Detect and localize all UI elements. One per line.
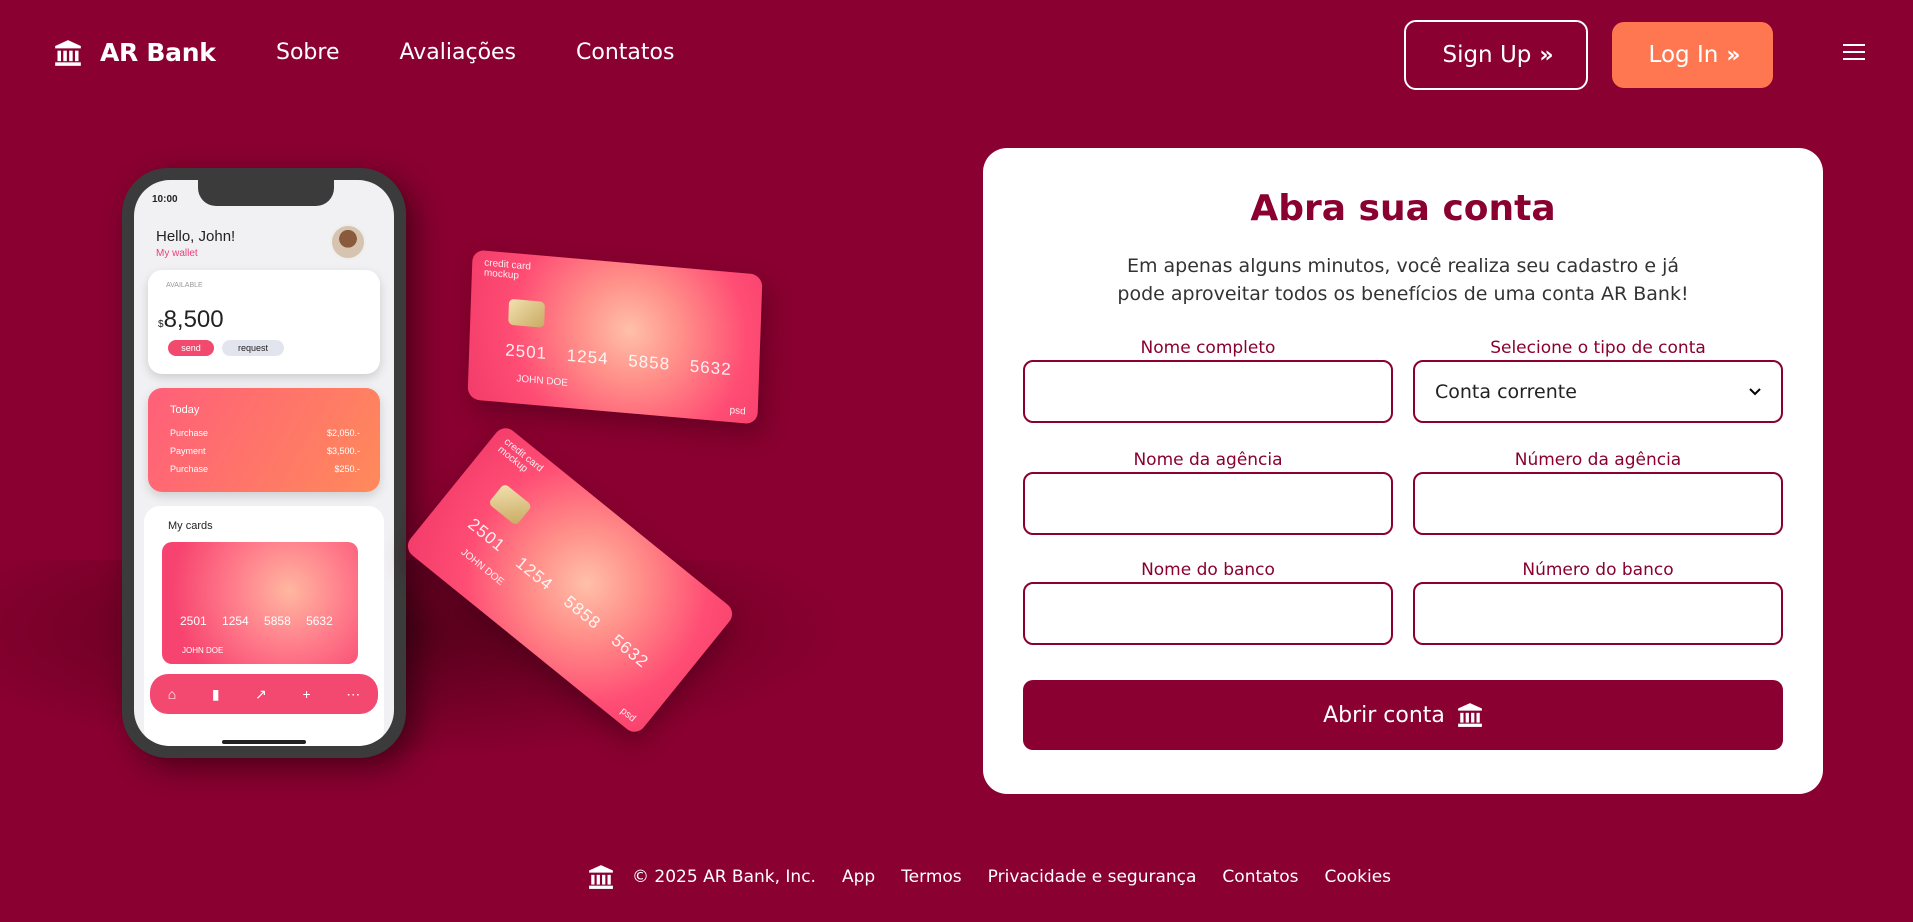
double-chevron-right-icon: ›› xyxy=(1539,42,1553,68)
page-title: Abra sua conta xyxy=(1250,188,1556,229)
abrir-conta-button[interactable]: Abrir conta xyxy=(1023,680,1783,750)
field-label: Número do banco xyxy=(1522,560,1674,580)
brand-name: AR Bank xyxy=(100,38,216,67)
transaction-row: Purchase $2,050.- xyxy=(170,428,360,438)
footer-link-contatos[interactable]: Contatos xyxy=(1222,867,1298,887)
plus-icon: + xyxy=(302,686,311,702)
field-numero-agencia: Número da agência xyxy=(1413,450,1783,535)
field-label: Número da agência xyxy=(1514,450,1682,470)
transaction-label: Payment xyxy=(170,446,206,456)
card-mark: psd xyxy=(618,705,638,725)
transaction-amount: $3,500.- xyxy=(326,446,360,456)
numero-banco-input[interactable] xyxy=(1413,582,1783,645)
form-lead: Em apenas alguns minutos, você realiza s… xyxy=(1117,255,1689,305)
nav-link-contatos[interactable]: Contatos xyxy=(576,40,674,65)
card-number: 2501 1254 5858 5632 xyxy=(504,340,732,380)
bank-icon xyxy=(589,865,613,889)
field-nome-banco: Nome do banco xyxy=(1023,560,1393,645)
nome-banco-input[interactable] xyxy=(1023,582,1393,645)
phone-greeting: Hello, John! xyxy=(156,228,236,245)
phone-today-card: Today Purchase $2,050.- Payment $3,500.-… xyxy=(148,388,380,492)
footer-link-privacidade[interactable]: Privacidade e segurança xyxy=(988,867,1197,887)
home-indicator xyxy=(222,740,306,744)
field-label: Nome do banco xyxy=(1141,560,1275,580)
card-chip xyxy=(487,483,533,526)
login-button[interactable]: Log In ›› xyxy=(1612,22,1773,88)
field-label: Nome da agência xyxy=(1133,450,1283,470)
hamburger-menu-icon[interactable] xyxy=(1843,44,1865,60)
card-holder: JOHN DOE xyxy=(182,646,224,655)
double-chevron-right-icon: ›› xyxy=(1726,42,1740,68)
transaction-label: Purchase xyxy=(170,464,209,474)
phone-wallet-label: My wallet xyxy=(156,248,198,259)
bank-icon xyxy=(1457,703,1482,727)
bar-chart-icon: ▮ xyxy=(211,685,220,702)
submit-label: Abrir conta xyxy=(1323,702,1445,728)
select-value: Conta corrente xyxy=(1435,380,1577,403)
phone-send-pill: send xyxy=(168,340,214,356)
copyright: © 2025 AR Bank, Inc. xyxy=(632,867,816,887)
card-number: 2501 1254 5858 5632 xyxy=(180,614,333,628)
card-holder: JOHN DOE xyxy=(516,373,569,389)
nav-link-sobre[interactable]: Sobre xyxy=(276,40,340,65)
balance-value: 8,500 xyxy=(163,306,224,333)
numero-agencia-input[interactable] xyxy=(1413,472,1783,535)
card-mark: psd xyxy=(729,405,746,418)
field-nome-completo: Nome completo xyxy=(1023,338,1393,423)
site-header: AR Bank Sobre Avaliações Contatos Sign U… xyxy=(0,0,1913,110)
transaction-amount: $2,050.- xyxy=(326,428,360,438)
phone-tabbar: ⌂ ▮ ↗ + ⋯ xyxy=(150,674,378,714)
footer-link-cookies[interactable]: Cookies xyxy=(1324,867,1391,887)
card-chip xyxy=(508,298,546,328)
field-tipo-conta: Selecione o tipo de conta Conta corrente xyxy=(1413,338,1783,423)
field-label: Selecione o tipo de conta xyxy=(1490,338,1706,358)
avatar xyxy=(330,224,366,260)
phone-balance-card: AVAILABLE $8,500 send request xyxy=(148,270,380,374)
arrow-up-right-icon: ↗ xyxy=(255,685,267,702)
site-footer: © 2025 AR Bank, Inc. App Termos Privacid… xyxy=(588,864,1391,890)
nome-agencia-input[interactable] xyxy=(1023,472,1393,535)
login-label: Log In xyxy=(1648,42,1719,68)
footer-link-app[interactable]: App xyxy=(842,867,875,887)
phone-mockup: 10:00 Hello, John! My wallet AVAILABLE $… xyxy=(122,168,406,758)
phone-mini-card: 2501 1254 5858 5632 JOHN DOE xyxy=(162,542,358,664)
phone-time: 10:00 xyxy=(152,194,178,205)
main-nav: Sobre Avaliações Contatos xyxy=(276,40,674,65)
signup-label: Sign Up xyxy=(1442,42,1532,68)
select-caret-icon xyxy=(1749,387,1761,395)
balance-label: AVAILABLE xyxy=(166,282,203,289)
field-nome-agencia: Nome da agência xyxy=(1023,450,1393,535)
card-brand-mark: credit card mockup xyxy=(495,436,545,475)
today-title: Today xyxy=(170,404,200,416)
phone-request-pill: request xyxy=(222,340,284,356)
home-icon: ⌂ xyxy=(167,686,177,702)
phone-screen: 10:00 Hello, John! My wallet AVAILABLE $… xyxy=(134,180,394,746)
nav-link-avaliacoes[interactable]: Avaliações xyxy=(400,40,517,65)
more-icon: ⋯ xyxy=(346,685,361,702)
balance-amount: $8,500 xyxy=(158,306,224,334)
footer-link-termos[interactable]: Termos xyxy=(901,867,961,887)
tipo-conta-select[interactable]: Conta corrente xyxy=(1413,360,1783,423)
transaction-label: Purchase xyxy=(170,428,209,438)
card-brand-mark: credit card mockup xyxy=(483,257,532,282)
transaction-row: Payment $3,500.- xyxy=(170,446,360,456)
bank-icon xyxy=(55,39,81,66)
brand-logo[interactable]: AR Bank xyxy=(54,38,216,67)
transaction-amount: $250.- xyxy=(334,464,360,474)
open-account-panel: Abra sua conta Em apenas alguns minutos,… xyxy=(983,148,1823,794)
transaction-row: Purchase $250.- xyxy=(170,464,360,474)
cards-title: My cards xyxy=(168,520,213,532)
field-numero-banco: Número do banco xyxy=(1413,560,1783,645)
credit-card-mockup: credit card mockup 2501 1254 5858 5632 JO… xyxy=(467,249,763,425)
nome-completo-input[interactable] xyxy=(1023,360,1393,423)
signup-button[interactable]: Sign Up ›› xyxy=(1404,20,1588,90)
field-label: Nome completo xyxy=(1140,338,1276,358)
phone-notch xyxy=(198,180,334,206)
